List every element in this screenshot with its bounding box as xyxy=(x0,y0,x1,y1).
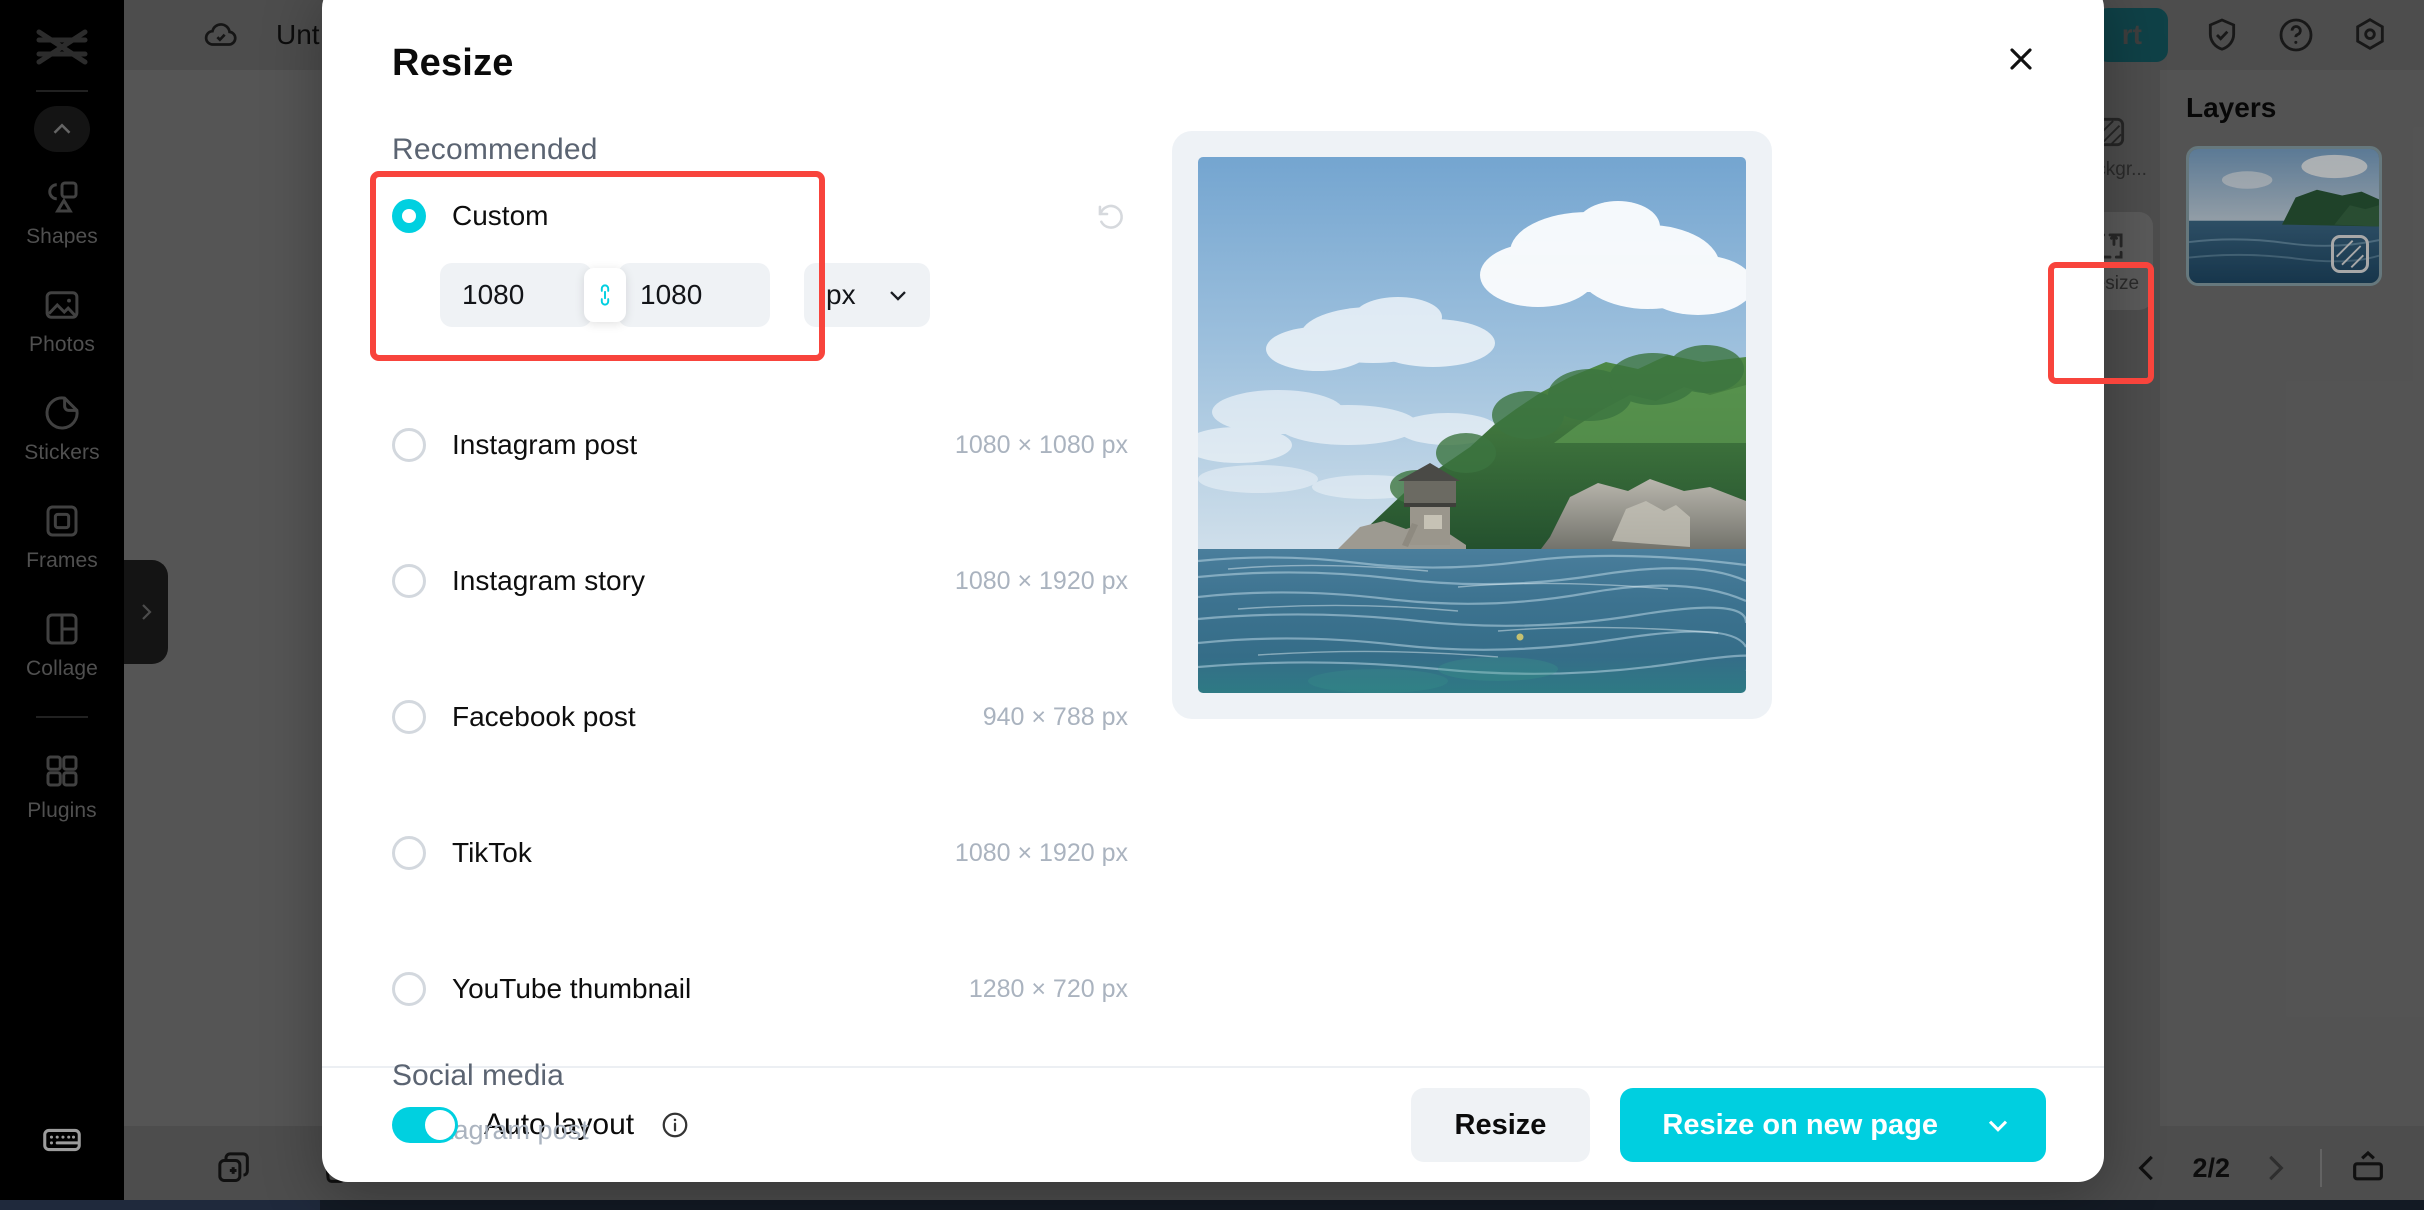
preview-column xyxy=(1128,85,2044,1066)
island-seascape-preview xyxy=(1198,157,1746,693)
preset-dimensions: 1080 × 1920 px xyxy=(954,566,1128,595)
toggle-knob xyxy=(425,1110,455,1140)
social-media-item-instagram-post[interactable]: Instagram post xyxy=(410,1115,1128,1146)
preset-row-instagram-post[interactable]: Instagram post 1080 × 1080 px xyxy=(392,411,1128,479)
preset-spacer xyxy=(392,615,1128,683)
info-circle-icon[interactable] xyxy=(660,1110,690,1140)
custom-option-label: Custom xyxy=(452,200,549,231)
preset-spacer xyxy=(392,479,1128,547)
modal-body: Recommended Custom 1080 1080 px Instagra… xyxy=(322,85,2104,1145)
custom-option-row[interactable]: Custom xyxy=(392,185,1128,247)
chevron-down-icon xyxy=(1988,1120,2008,1132)
link-aspect-ratio-button[interactable] xyxy=(584,268,626,322)
preset-list: Instagram post 1080 × 1080 px Instagram … xyxy=(392,343,1128,1023)
radio-tiktok[interactable] xyxy=(392,836,426,870)
preset-label: TikTok xyxy=(452,837,532,868)
chevron-down-icon xyxy=(890,291,906,301)
resize-modal: Resize Recommended Custom 1080 1080 px I… xyxy=(322,0,2104,1182)
preset-spacer xyxy=(392,887,1128,955)
preset-row-facebook-post[interactable]: Facebook post 940 × 788 px xyxy=(392,683,1128,751)
preview-card xyxy=(1172,131,1772,719)
reset-rotate-icon[interactable] xyxy=(1094,199,1128,233)
preset-row-tiktok[interactable]: TikTok 1080 × 1920 px xyxy=(392,819,1128,887)
preset-label: Instagram story xyxy=(452,565,645,596)
radio-custom[interactable] xyxy=(392,199,426,233)
preset-dimensions: 1080 × 1080 px xyxy=(954,430,1128,459)
recommended-heading: Recommended xyxy=(392,133,598,166)
custom-dimensions-row: 1080 1080 px xyxy=(440,263,1128,327)
close-x-icon xyxy=(2010,48,2032,70)
preset-dimensions: 1280 × 720 px xyxy=(968,974,1128,1003)
preset-dimensions: 1080 × 1920 px xyxy=(954,838,1128,867)
radio-youtube-thumbnail[interactable] xyxy=(392,972,426,1006)
preset-row-instagram-story[interactable]: Instagram story 1080 × 1920 px xyxy=(392,547,1128,615)
modal-header: Resize xyxy=(322,0,2104,85)
preset-spacer xyxy=(392,751,1128,819)
radio-instagram-story[interactable] xyxy=(392,564,426,598)
auto-layout-toggle[interactable] xyxy=(392,1107,458,1143)
modal-title: Resize xyxy=(392,42,514,84)
unit-value: px xyxy=(826,279,856,310)
unit-select[interactable]: px xyxy=(804,263,930,327)
social-media-heading: Social media xyxy=(392,1059,564,1092)
resize-on-new-page-button[interactable]: Resize on new page xyxy=(1620,1088,2046,1162)
resize-button[interactable]: Resize xyxy=(1410,1088,1591,1162)
preset-row-youtube-thumbnail[interactable]: YouTube thumbnail 1280 × 720 px xyxy=(392,955,1128,1023)
width-input[interactable]: 1080 xyxy=(440,263,592,327)
resize-on-new-page-label: Resize on new page xyxy=(1662,1108,1938,1141)
height-input[interactable]: 1080 xyxy=(618,263,770,327)
link-chain-icon xyxy=(600,284,610,306)
radio-instagram-post[interactable] xyxy=(392,428,426,462)
radio-facebook-post[interactable] xyxy=(392,700,426,734)
preset-label: Facebook post xyxy=(452,701,636,732)
preset-label: Instagram post xyxy=(452,429,638,460)
size-options-column: Recommended Custom 1080 1080 px Instagra… xyxy=(370,85,1128,1145)
custom-size-section: Custom 1080 1080 px xyxy=(370,171,1128,361)
screen: Unt rt Backgr... Resize Layers 2/2 Shape… xyxy=(0,0,2424,1210)
footer-actions: Resize Resize on new page xyxy=(1410,1088,2046,1162)
preset-dimensions: 940 × 788 px xyxy=(982,702,1128,731)
preset-spacer xyxy=(392,343,1128,411)
close-button[interactable] xyxy=(1996,34,2046,84)
preset-label: YouTube thumbnail xyxy=(452,973,692,1004)
